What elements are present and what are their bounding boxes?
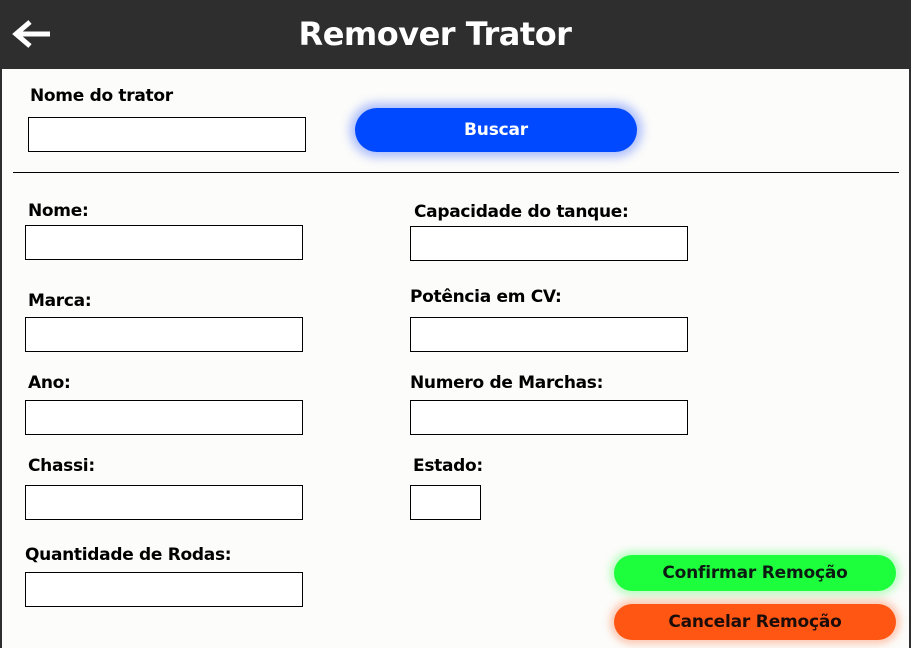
nome-input[interactable] [25,225,303,260]
marca-input[interactable] [25,317,303,352]
capacidade-tanque-label: Capacidade do tanque: [414,202,629,222]
page-title: Remover Trator [298,15,572,53]
estado-input[interactable] [410,485,481,520]
search-button[interactable]: Buscar [355,108,637,152]
quantidade-rodas-input[interactable] [25,572,303,607]
cancel-removal-button[interactable]: Cancelar Remoção [614,604,896,640]
divider [13,172,899,173]
ano-label: Ano: [28,373,71,393]
ano-input[interactable] [25,400,303,435]
capacidade-tanque-input[interactable] [410,226,688,261]
search-label: Nome do trator [30,86,173,106]
estado-label: Estado: [413,456,483,476]
chassi-label: Chassi: [28,456,95,476]
potencia-cv-input[interactable] [410,317,688,352]
header-bar: Remover Trator [0,0,911,69]
quantidade-rodas-label: Quantidade de Rodas: [25,545,232,565]
form-panel: Nome do trator Buscar Nome: Marca: Ano: … [2,69,909,648]
marca-label: Marca: [28,291,92,311]
numero-marchas-label: Numero de Marchas: [410,373,604,393]
numero-marchas-input[interactable] [410,400,688,435]
chassi-input[interactable] [25,485,303,520]
nome-label: Nome: [28,201,89,221]
confirm-removal-button[interactable]: Confirmar Remoção [614,555,896,591]
potencia-cv-label: Potência em CV: [410,287,562,307]
search-input[interactable] [28,117,306,152]
